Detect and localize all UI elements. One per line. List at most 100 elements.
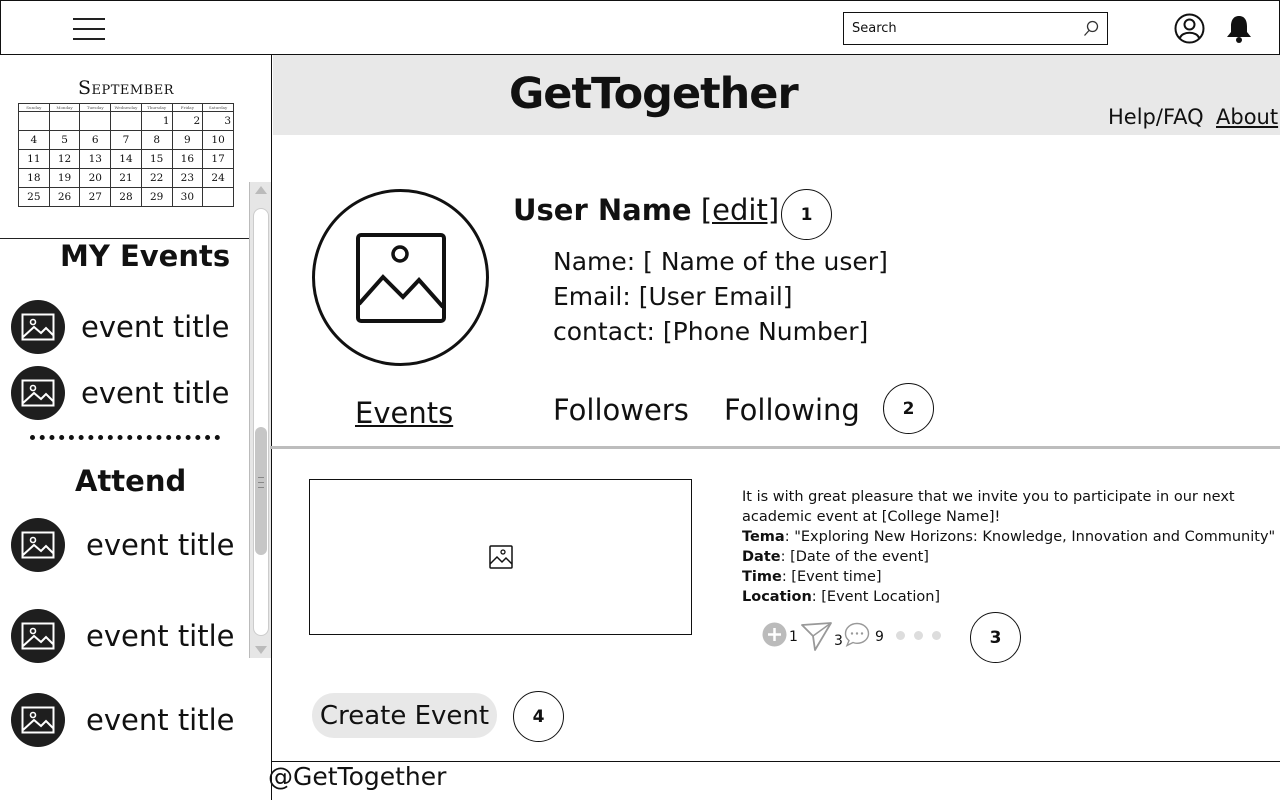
calendar-day[interactable]: 19 — [48, 168, 81, 188]
weekday-label: Saturday — [202, 103, 234, 112]
calendar-day[interactable]: 24 — [202, 168, 234, 188]
image-placeholder-icon — [355, 232, 446, 323]
my-event-item[interactable]: event title — [11, 300, 230, 354]
search-box[interactable] — [843, 12, 1108, 45]
dotted-separator — [30, 435, 220, 440]
comment-bubble-icon[interactable] — [844, 622, 870, 647]
calendar-day[interactable]: 13 — [79, 149, 112, 169]
calendar-day[interactable]: 28 — [110, 187, 142, 207]
page-dot[interactable] — [914, 631, 923, 640]
edit-profile-link[interactable]: [edit] — [701, 193, 779, 227]
weekday-label: Friday — [171, 103, 204, 112]
scroll-up-arrow-icon[interactable] — [255, 186, 267, 194]
event-time: Time: [Event time] — [742, 567, 1277, 587]
tab-followers[interactable]: Followers — [553, 393, 689, 427]
share-send-icon[interactable] — [801, 622, 832, 651]
calendar-day[interactable]: 25 — [18, 187, 50, 207]
image-placeholder-icon — [11, 609, 65, 663]
calendar-day[interactable]: 9 — [171, 130, 204, 150]
location-value: : [Event Location] — [811, 589, 941, 605]
about-link[interactable]: About — [1216, 105, 1278, 129]
share-action[interactable]: 3 — [801, 622, 843, 651]
calendar-day[interactable]: 26 — [48, 187, 81, 207]
event-image[interactable] — [309, 479, 692, 635]
calendar-day[interactable] — [18, 111, 50, 131]
attend-event-item[interactable]: event title — [11, 518, 235, 572]
event-title: event title — [86, 619, 235, 653]
calendar-day[interactable]: 23 — [171, 168, 204, 188]
calendar-day[interactable]: 3 — [202, 111, 234, 131]
search-icon[interactable] — [1083, 20, 1099, 37]
create-event-button[interactable]: Create Event — [312, 693, 497, 738]
image-placeholder-icon — [11, 693, 65, 747]
my-events-heading: MY Events — [60, 239, 231, 273]
calendar-day[interactable]: 20 — [79, 168, 112, 188]
profile-name: Name: [ Name of the user] — [553, 247, 888, 276]
event-description: It is with great pleasure that we invite… — [742, 487, 1277, 607]
calendar-day[interactable]: 17 — [202, 149, 234, 169]
time-value: : [Event time] — [781, 569, 882, 585]
tab-events[interactable]: Events — [355, 396, 453, 430]
event-title: event title — [81, 376, 230, 410]
sidebar-scrollbar[interactable] — [249, 182, 271, 658]
add-circle-icon[interactable] — [762, 622, 787, 647]
calendar-day[interactable]: 10 — [202, 130, 234, 150]
calendar-day[interactable]: 27 — [79, 187, 112, 207]
calendar-day[interactable]: 21 — [110, 168, 142, 188]
scroll-track[interactable] — [253, 208, 269, 636]
calendar-day[interactable]: 2 — [171, 111, 204, 131]
image-placeholder-icon — [11, 518, 65, 572]
attend-event-item[interactable]: event title — [11, 693, 235, 747]
hamburger-menu-icon[interactable] — [73, 18, 105, 40]
calendar-day[interactable]: 18 — [18, 168, 50, 188]
calendar-day[interactable]: 30 — [171, 187, 204, 207]
event-tema: Tema: "Exploring New Horizons: Knowledge… — [742, 527, 1277, 547]
calendar-grid: Sunday Monday Tuesday Wednesday Thursday… — [18, 103, 234, 207]
calendar-day[interactable]: 11 — [18, 149, 50, 169]
page-dot[interactable] — [932, 631, 941, 640]
user-account-icon[interactable] — [1174, 13, 1205, 44]
calendar-day[interactable]: 14 — [110, 149, 142, 169]
notification-bell-icon[interactable] — [1225, 14, 1253, 44]
calendar-day[interactable] — [202, 187, 234, 207]
calendar-day[interactable]: 1 — [140, 111, 173, 131]
image-placeholder-icon — [11, 300, 65, 354]
profile-avatar[interactable] — [312, 189, 489, 366]
event-title: event title — [86, 703, 235, 737]
tab-following[interactable]: Following — [724, 393, 860, 427]
event-location: Location: [Event Location] — [742, 587, 1277, 607]
attend-event-item[interactable]: event title — [11, 609, 235, 663]
time-label: Time — [742, 569, 782, 585]
app-title: GetTogether — [509, 69, 799, 119]
calendar-day[interactable] — [48, 111, 81, 131]
calendar-day[interactable]: 5 — [48, 130, 81, 150]
calendar-day[interactable] — [110, 111, 142, 131]
scroll-down-arrow-icon[interactable] — [255, 646, 267, 654]
calendar-day[interactable] — [79, 111, 112, 131]
comment-action[interactable]: 9 — [844, 622, 884, 647]
calendar-day[interactable]: 22 — [140, 168, 173, 188]
calendar-day[interactable]: 29 — [140, 187, 173, 207]
calendar-day[interactable]: 15 — [140, 149, 173, 169]
my-event-item[interactable]: event title — [11, 366, 230, 420]
calendar-day[interactable]: 8 — [140, 130, 173, 150]
calendar-day[interactable]: 12 — [48, 149, 81, 169]
add-action[interactable]: 1 — [762, 622, 798, 647]
scroll-thumb[interactable] — [255, 427, 267, 555]
help-faq-link[interactable]: Help/FAQ — [1108, 105, 1204, 129]
event-intro: It is with great pleasure that we invite… — [742, 489, 1235, 525]
profile-contact: contact: [Phone Number] — [553, 317, 869, 346]
calendar-day[interactable]: 7 — [110, 130, 142, 150]
calendar-day[interactable]: 6 — [79, 130, 112, 150]
annotation-badge-2: 2 — [883, 383, 934, 434]
calendar-day[interactable]: 16 — [171, 149, 204, 169]
top-bar — [0, 0, 1280, 55]
calendar-day[interactable]: 4 — [18, 130, 50, 150]
calendar-month: September — [77, 77, 175, 99]
share-count: 3 — [834, 633, 843, 649]
tema-label: Tema — [742, 529, 785, 545]
weekday-label: Monday — [48, 103, 81, 112]
search-input[interactable] — [844, 13, 1074, 43]
image-placeholder-icon — [488, 545, 513, 569]
page-dot[interactable] — [896, 631, 905, 640]
